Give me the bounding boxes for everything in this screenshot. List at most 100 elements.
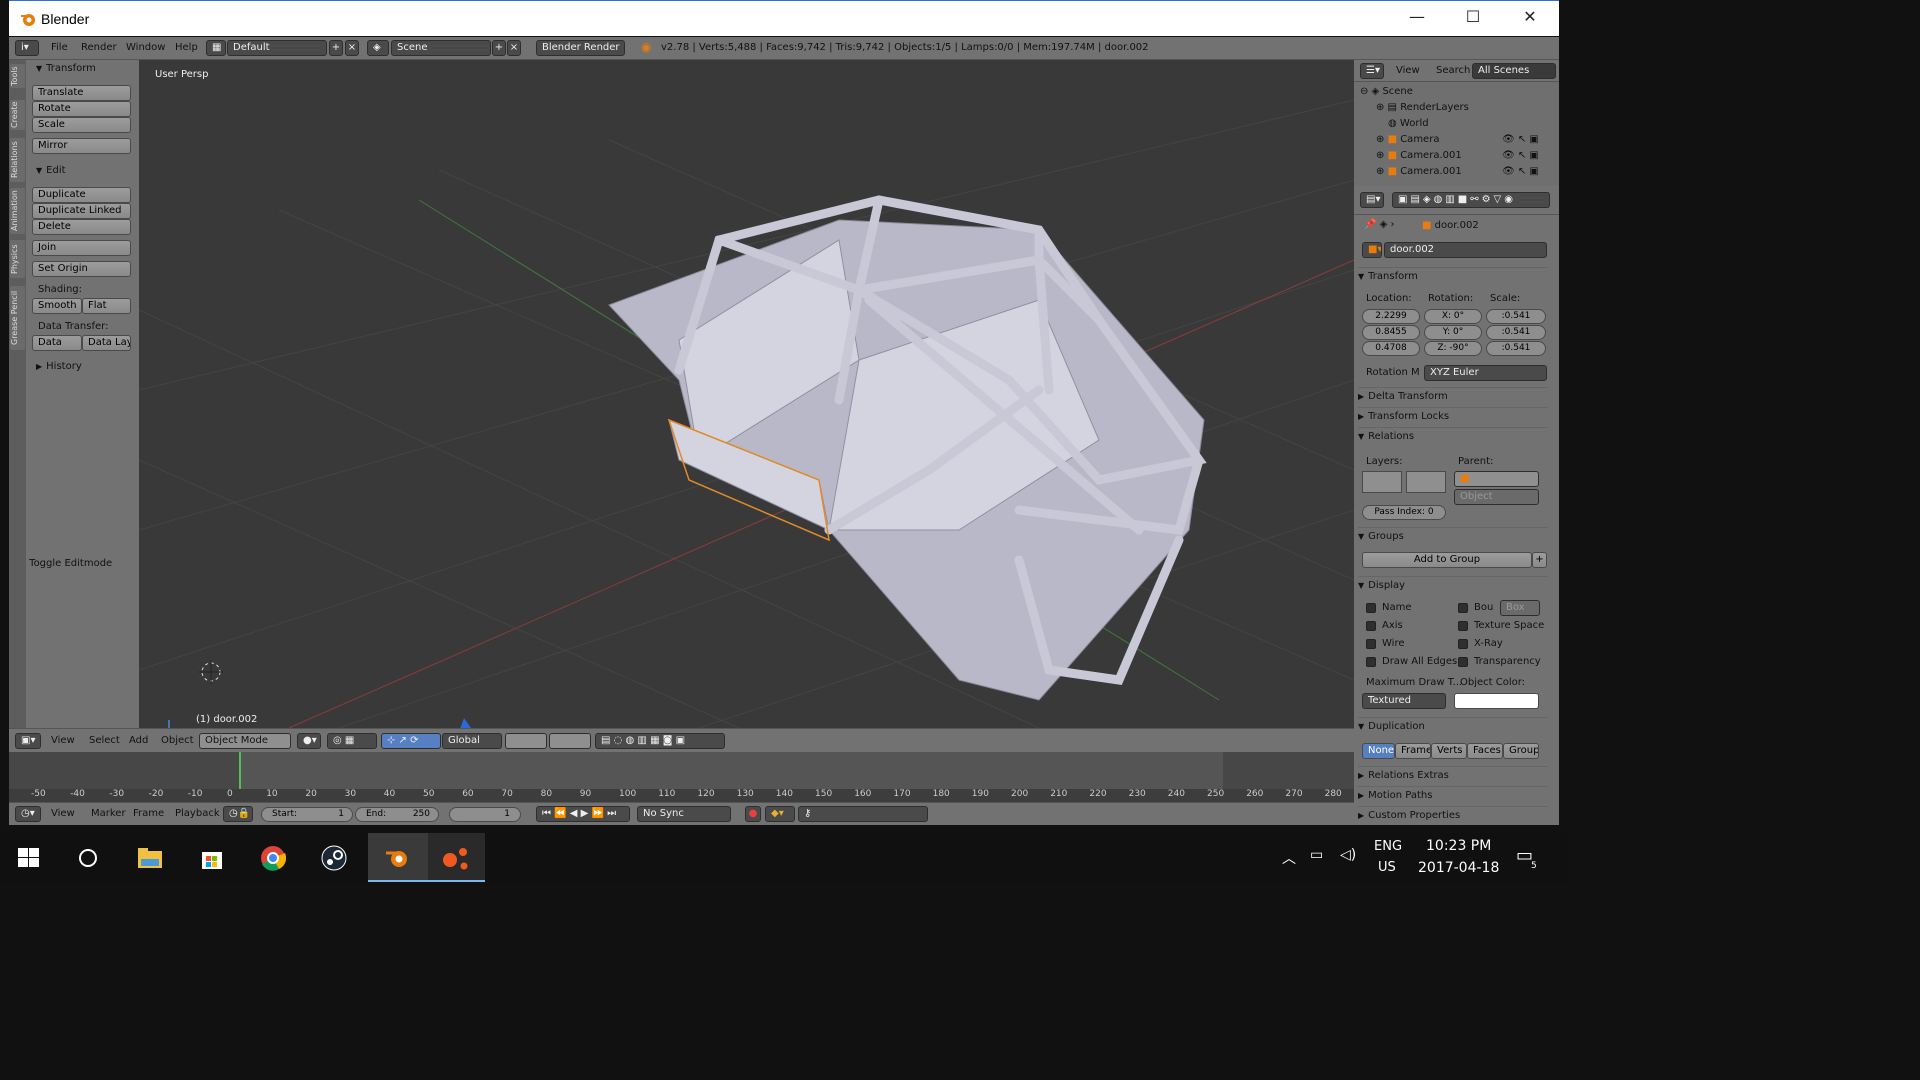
- start-frame-field[interactable]: Start: 1: [261, 807, 353, 822]
- mirror-button[interactable]: Mirror: [32, 138, 131, 154]
- menu-view[interactable]: View: [51, 735, 75, 746]
- relations-extras-panel[interactable]: ▶ Relations Extras: [1358, 766, 1548, 784]
- visibility-eye-icon-3[interactable]: 👁 ↖ ▣: [1502, 166, 1539, 177]
- properties-context-tabs[interactable]: ▣▤◈◍▥■⚯⚙▽◉: [1392, 192, 1550, 208]
- sync-mode-select[interactable]: No Sync: [637, 806, 731, 822]
- relations-panel-header[interactable]: ▼ Relations: [1358, 427, 1548, 445]
- outliner-item-camera[interactable]: ⊕ ■ Camera: [1376, 134, 1439, 145]
- display-axis-checkbox[interactable]: [1366, 621, 1376, 631]
- groups-panel-header[interactable]: ▼ Groups: [1358, 527, 1548, 545]
- visibility-eye-icon-2[interactable]: 👁 ↖ ▣: [1502, 150, 1539, 161]
- visibility-eye-icon[interactable]: 👁 ↖ ▣: [1502, 134, 1539, 145]
- layers-grid-a[interactable]: [1362, 471, 1402, 493]
- layout-icon[interactable]: ▦: [206, 40, 226, 56]
- store-icon[interactable]: [200, 846, 224, 870]
- data-button[interactable]: Data: [32, 335, 82, 351]
- history-panel-header[interactable]: ▶ History: [36, 361, 82, 372]
- language-line2[interactable]: US: [1378, 860, 1396, 875]
- editor-type-outliner-icon[interactable]: ☰▾: [1360, 63, 1384, 79]
- keying-set-field[interactable]: ⚷: [798, 806, 928, 822]
- bounds-type-select[interactable]: Box: [1500, 600, 1540, 616]
- maximize-button[interactable]: ☐: [1453, 7, 1493, 26]
- menu-file[interactable]: File: [51, 42, 68, 53]
- toggle-editmode-panel[interactable]: ▼Toggle Editmode: [19, 558, 112, 569]
- rotation-x-field[interactable]: X: 0°: [1424, 309, 1482, 324]
- editor-type-properties-icon[interactable]: ▤▾: [1360, 192, 1384, 208]
- parent-field[interactable]: ■: [1454, 471, 1539, 487]
- menu-frame[interactable]: Frame: [133, 808, 164, 819]
- transform-panel-header[interactable]: ▼ Transform: [36, 63, 96, 74]
- dup-faces-button[interactable]: Faces: [1467, 743, 1503, 759]
- duplication-panel-header[interactable]: ▼ Duplication: [1358, 717, 1548, 735]
- edit-panel-header[interactable]: ▼ Edit: [36, 165, 66, 176]
- pass-index-field[interactable]: Pass Index: 0: [1362, 505, 1446, 520]
- 3d-viewport[interactable]: User Persp (1) door.002: [139, 60, 1354, 728]
- display-panel-header[interactable]: ▼ Display: [1358, 576, 1548, 594]
- dup-none-button[interactable]: None: [1362, 743, 1395, 759]
- outliner-menu-search[interactable]: Search: [1436, 65, 1470, 76]
- outliner-item-camera-001[interactable]: ⊕ ■ Camera.001: [1376, 150, 1462, 161]
- remove-scene-icon[interactable]: ×: [507, 40, 521, 56]
- rotation-z-field[interactable]: Z: -90°: [1424, 341, 1482, 356]
- menu-render[interactable]: Render: [81, 42, 117, 53]
- rotation-mode-select[interactable]: XYZ Euler: [1424, 365, 1547, 381]
- dup-verts-button[interactable]: Verts: [1431, 743, 1467, 759]
- menu-select[interactable]: Select: [89, 735, 120, 746]
- menu-add[interactable]: Add: [129, 735, 148, 746]
- display-bounds-checkbox[interactable]: [1458, 603, 1468, 613]
- set-origin-dropdown[interactable]: Set Origin: [32, 261, 131, 277]
- join-button[interactable]: Join: [32, 240, 131, 256]
- add-layout-icon[interactable]: +: [329, 40, 343, 56]
- location-x-field[interactable]: 2.2299: [1362, 309, 1420, 324]
- editor-type-info-icon[interactable]: i▾: [15, 40, 39, 56]
- viewport-extra-icons[interactable]: ▤ ◌ ◍ ▥ ▦ ◙ ▣: [595, 733, 725, 749]
- display-alledges-checkbox[interactable]: [1366, 657, 1376, 667]
- scale-y-field[interactable]: :0.541: [1486, 325, 1546, 340]
- add-group-plus-icon[interactable]: +: [1532, 552, 1547, 568]
- location-z-field[interactable]: 0.4708: [1362, 341, 1420, 356]
- tab-tools[interactable]: Tools: [10, 64, 25, 88]
- rotate-button[interactable]: Rotate: [32, 101, 131, 117]
- tab-relations[interactable]: Relations: [10, 138, 25, 182]
- scale-z-field[interactable]: :0.541: [1486, 341, 1546, 356]
- steam-icon[interactable]: [321, 845, 347, 871]
- translate-button[interactable]: Translate: [32, 85, 131, 101]
- display-name-checkbox[interactable]: [1366, 603, 1376, 613]
- volume-icon[interactable]: ◁): [1340, 847, 1356, 863]
- outliner-item-camera-001b[interactable]: ⊕ ■ Camera.001: [1376, 166, 1462, 177]
- end-frame-field[interactable]: End: 250: [355, 807, 439, 822]
- pivot-snap-icons[interactable]: ◎ ▦: [327, 733, 377, 749]
- remove-layout-icon[interactable]: ×: [345, 40, 359, 56]
- current-frame-indicator[interactable]: [239, 752, 241, 789]
- shading-mode-icon[interactable]: ●▾: [297, 733, 321, 749]
- pin-icon[interactable]: 📌 ◈ ›: [1364, 219, 1395, 230]
- duplicate-linked-button[interactable]: Duplicate Linked: [32, 203, 131, 219]
- menu-marker[interactable]: Marker: [91, 808, 126, 819]
- add-to-group-button[interactable]: Add to Group: [1362, 552, 1532, 568]
- cortana-icon[interactable]: [77, 847, 99, 869]
- object-color-swatch[interactable]: [1454, 693, 1539, 709]
- editor-type-3dview-icon[interactable]: ▣▾: [15, 733, 41, 749]
- file-explorer-icon[interactable]: [137, 847, 163, 869]
- scale-button[interactable]: Scale: [32, 117, 131, 133]
- manipulator-icons[interactable]: ⊹ ↗ ⟳: [381, 733, 441, 749]
- scene-icon[interactable]: ◈: [367, 40, 389, 56]
- delta-transform-panel[interactable]: ▶ Delta Transform: [1358, 387, 1548, 405]
- smooth-button[interactable]: Smooth: [32, 298, 82, 314]
- menu-help[interactable]: Help: [175, 42, 198, 53]
- display-transparency-checkbox[interactable]: [1458, 657, 1468, 667]
- outliner-menu-view[interactable]: View: [1396, 65, 1420, 76]
- display-xray-checkbox[interactable]: [1458, 639, 1468, 649]
- dup-frames-button[interactable]: Frames: [1395, 743, 1431, 759]
- parent-type-select[interactable]: Object: [1454, 489, 1539, 505]
- editor-type-timeline-icon[interactable]: ◷▾: [15, 806, 41, 822]
- tab-physics[interactable]: Physics: [10, 240, 25, 278]
- current-frame-field[interactable]: 1: [449, 807, 521, 822]
- menu-object[interactable]: Object: [161, 735, 194, 746]
- dup-group-button[interactable]: Group: [1503, 743, 1539, 759]
- clock-time[interactable]: 10:23 PM: [1426, 838, 1491, 854]
- rotation-y-field[interactable]: Y: 0°: [1424, 325, 1482, 340]
- windows-start-icon[interactable]: [18, 848, 40, 868]
- data-layout-button[interactable]: Data Layo: [82, 335, 131, 351]
- duplicate-button[interactable]: Duplicate: [32, 187, 131, 203]
